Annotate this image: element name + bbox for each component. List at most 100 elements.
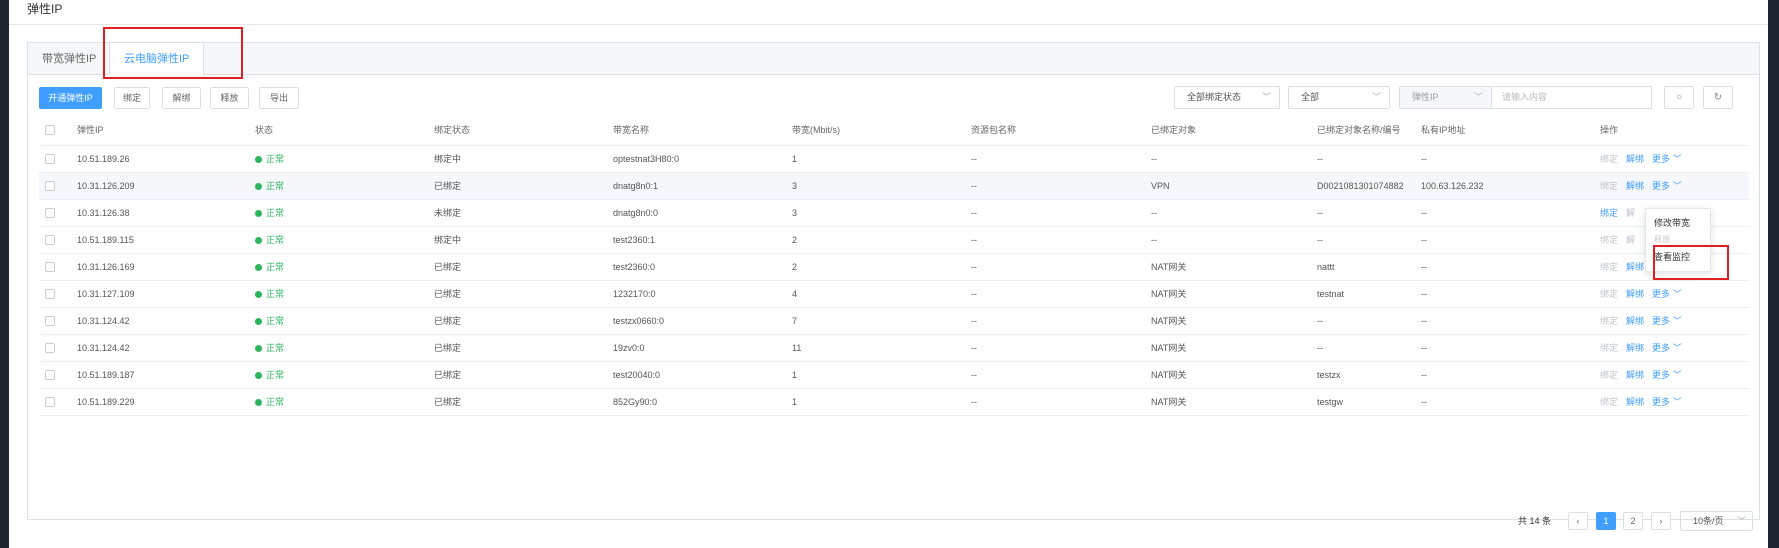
bind-status-value: 全部绑定状态	[1187, 92, 1242, 102]
row-checkbox[interactable]	[45, 153, 55, 164]
search-input[interactable]: 请输入内容	[1492, 86, 1652, 109]
row-checkbox[interactable]	[45, 288, 55, 299]
tab-bandwidth-eip[interactable]: 带宽弹性IP	[28, 43, 110, 75]
more-action-link[interactable]: 更多 ﹀	[1652, 370, 1682, 380]
cell-package: --	[971, 396, 977, 407]
open-eip-button[interactable]: 开通弹性IP	[39, 87, 102, 109]
bind-action-link[interactable]: 绑定	[1600, 370, 1618, 380]
bind-status-select[interactable]: 全部绑定状态 ﹀	[1174, 86, 1280, 109]
cell-private-ip: --	[1421, 153, 1427, 164]
bind-button[interactable]: 绑定	[114, 87, 150, 109]
unbind-action-link[interactable]: 解绑	[1626, 289, 1644, 299]
header-bound-object-name: 已绑定对象名称/编号	[1317, 115, 1421, 146]
row-checkbox[interactable]	[45, 369, 55, 380]
bind-action-link[interactable]: 绑定	[1600, 289, 1618, 299]
unbind-action-link[interactable]: 解绑	[1626, 343, 1644, 353]
unbind-action-link[interactable]: 解绑	[1626, 316, 1644, 326]
unbind-action-link[interactable]: 解绑	[1626, 370, 1644, 380]
cell-bound-object-name: --	[1317, 153, 1323, 164]
more-action-link[interactable]: 更多 ﹀	[1652, 181, 1682, 191]
cell-eip: 10.31.124.42	[77, 315, 130, 326]
unbind-action-link[interactable]: 解	[1626, 208, 1635, 218]
bind-action-link[interactable]: 绑定	[1600, 397, 1618, 407]
cell-bind-status: 已绑定	[434, 370, 462, 380]
row-checkbox[interactable]	[45, 234, 55, 245]
menu-item-modify-bandwidth[interactable]: 修改带宽	[1646, 213, 1710, 233]
table-row: 10.31.126.209 正常 已绑定 dnatg8n0:1 3 -- VPN D00210…	[39, 172, 1749, 200]
more-label: 更多	[1652, 316, 1671, 326]
bind-action-link[interactable]: 绑定	[1600, 235, 1618, 245]
cell-eip: 10.51.189.229	[77, 396, 135, 407]
more-action-link[interactable]: 更多 ﹀	[1652, 316, 1682, 326]
table-row: 10.31.126.169 正常 已绑定 test2360:0 2 -- NAT网关 natt…	[39, 253, 1749, 281]
cell-status: 正常	[266, 208, 285, 218]
row-checkbox[interactable]	[45, 207, 55, 218]
cell-status: 正常	[266, 262, 285, 272]
chevron-down-icon: ﹀	[1672, 316, 1682, 326]
cell-bandwidth-name: 19zv0:0	[613, 342, 645, 353]
cell-eip: 10.31.126.38	[77, 207, 130, 218]
cell-private-ip: --	[1421, 342, 1427, 353]
chevron-left-icon: ‹	[1576, 516, 1580, 526]
more-label: 更多	[1652, 370, 1671, 380]
unbind-action-link[interactable]: 解绑	[1626, 181, 1644, 191]
unbind-button[interactable]: 解绑	[162, 87, 201, 109]
chevron-down-icon: ﹀	[1672, 154, 1682, 164]
more-action-link[interactable]: 更多 ﹀	[1652, 397, 1682, 407]
unbind-action-link[interactable]: 解绑	[1626, 154, 1644, 164]
table-row: 10.31.127.109 正常 已绑定 1232170:0 4 -- NAT网关 testn…	[39, 280, 1749, 308]
release-button[interactable]: 释放	[210, 87, 249, 109]
unbind-action-link[interactable]: 解绑	[1626, 262, 1644, 272]
page-2-button[interactable]: 2	[1623, 512, 1643, 530]
cell-bandwidth-name: dnatg8n0:0	[613, 207, 659, 218]
row-checkbox[interactable]	[45, 315, 55, 326]
next-page-button[interactable]: ›	[1651, 512, 1671, 530]
cell-package: --	[971, 315, 977, 326]
bind-action-link[interactable]: 绑定	[1600, 181, 1618, 191]
prev-page-button[interactable]: ‹	[1568, 512, 1588, 530]
export-button[interactable]: 导出	[259, 87, 299, 109]
total-count: 共 14 条	[1518, 516, 1552, 526]
row-checkbox[interactable]	[45, 342, 55, 353]
chevron-down-icon: ﹀	[1736, 516, 1746, 526]
table-row: 10.31.124.42 正常 已绑定 testzx0660:0 7 -- NAT网关 -- -…	[39, 307, 1749, 335]
cell-bound-object: --	[1151, 234, 1157, 245]
bind-action-link[interactable]: 绑定	[1600, 343, 1618, 353]
highlight-box-tab	[103, 27, 243, 79]
cell-bind-status: 已绑定	[434, 316, 462, 326]
cell-bandwidth-name: 852Gy90:0	[613, 396, 658, 407]
all-select[interactable]: 全部 ﹀	[1288, 86, 1390, 109]
more-label: 更多	[1652, 397, 1671, 407]
unbind-action-link[interactable]: 解	[1626, 235, 1635, 245]
bind-action-link[interactable]: 绑定	[1600, 154, 1618, 164]
page-1-button[interactable]: 1	[1596, 512, 1616, 530]
header-bandwidth-name: 带宽名称	[613, 115, 792, 146]
row-checkbox[interactable]	[45, 180, 55, 191]
cell-bound-object: NAT网关	[1151, 316, 1187, 326]
cell-bandwidth: 2	[792, 261, 798, 272]
search-button[interactable]: ○	[1664, 86, 1694, 109]
cell-bound-object: NAT网关	[1151, 397, 1187, 407]
page-size-value: 10条/页	[1693, 516, 1724, 526]
cell-bound-object-name: testzx	[1317, 369, 1341, 380]
eip-table: 弹性IP 状态 绑定状态 带宽名称 带宽(Mbit/s) 资源包名称 已绑定对象…	[39, 115, 1749, 416]
cell-private-ip: --	[1421, 396, 1427, 407]
more-action-link[interactable]: 更多 ﹀	[1652, 289, 1682, 299]
more-action-link[interactable]: 更多 ﹀	[1652, 154, 1682, 164]
bind-action-link[interactable]: 绑定	[1600, 208, 1618, 218]
more-action-link[interactable]: 更多 ﹀	[1652, 343, 1682, 353]
row-checkbox[interactable]	[45, 396, 55, 407]
bind-action-link[interactable]: 绑定	[1600, 262, 1618, 272]
search-field-select[interactable]: 弹性IP ﹀	[1399, 86, 1492, 109]
select-all-checkbox[interactable]	[45, 125, 55, 136]
row-checkbox[interactable]	[45, 261, 55, 272]
chevron-down-icon: ﹀	[1672, 370, 1682, 380]
cell-bound-object: --	[1151, 153, 1157, 164]
cell-private-ip: 100.63.126.232	[1421, 180, 1484, 191]
refresh-button[interactable]: ↻	[1703, 86, 1733, 109]
page-size-select[interactable]: 10条/页 ﹀	[1680, 511, 1753, 531]
bind-action-link[interactable]: 绑定	[1600, 316, 1618, 326]
unbind-action-link[interactable]: 解绑	[1626, 397, 1644, 407]
check-circle-icon	[255, 210, 262, 218]
cell-bound-object: NAT网关	[1151, 343, 1187, 353]
